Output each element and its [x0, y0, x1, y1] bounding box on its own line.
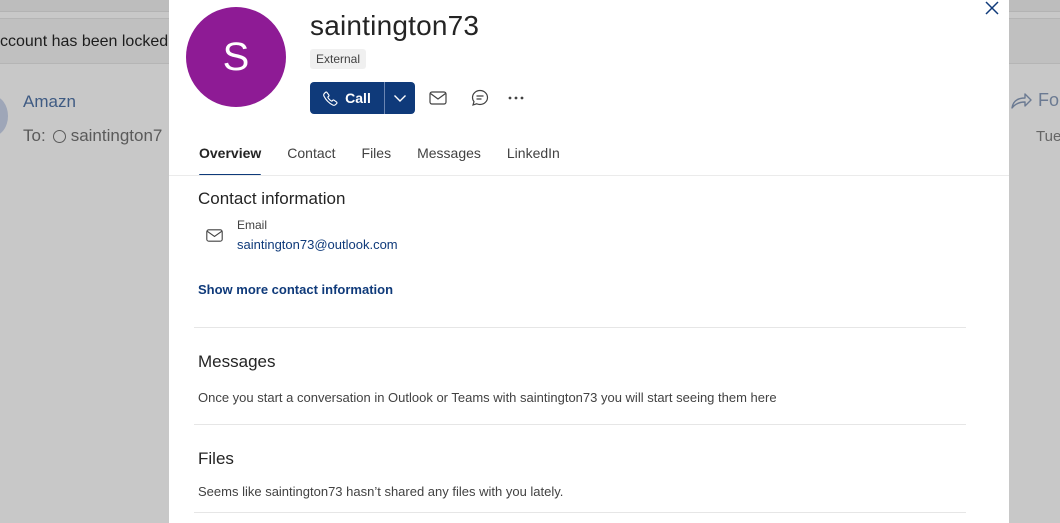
contact-card: S saintington73 External Call Overview C…	[169, 0, 1009, 523]
avatar: S	[186, 7, 286, 107]
phone-icon	[323, 90, 338, 106]
background-to-line: To: saintington7	[23, 126, 162, 146]
files-empty-text: Seems like saintington73 hasn’t shared a…	[198, 484, 564, 499]
call-label: Call	[345, 90, 371, 106]
contact-section-title: Contact information	[198, 189, 346, 208]
files-section-title: Files	[198, 449, 234, 468]
more-options-button[interactable]	[501, 82, 531, 114]
chat-button[interactable]	[465, 82, 495, 114]
contact-name: saintington73	[310, 10, 480, 41]
banner-text: ccount has been locked	[0, 33, 169, 50]
background-sender-name: Amazn	[23, 92, 76, 111]
messages-empty-text: Once you start a conversation in Outlook…	[198, 390, 777, 405]
tab-messages[interactable]: Messages	[417, 140, 481, 176]
section-divider	[194, 424, 966, 425]
email-label: Email	[237, 218, 268, 232]
tabs-divider	[169, 175, 1009, 176]
chevron-down-icon	[394, 95, 406, 102]
presence-icon	[52, 129, 66, 143]
call-button[interactable]: Call	[310, 82, 384, 114]
mail-icon	[429, 91, 447, 105]
forward-label: Fo	[1038, 90, 1060, 110]
tab-bar: Overview Contact Files Messages LinkedIn	[199, 140, 586, 176]
background-sender-avatar	[0, 96, 8, 136]
background-forward: Fo	[1010, 90, 1059, 111]
messages-section-title: Messages	[198, 352, 276, 371]
section-divider	[194, 512, 966, 513]
email-link[interactable]: saintington73@outlook.com	[237, 237, 398, 252]
background-date: Tue	[1036, 128, 1060, 145]
tab-contact[interactable]: Contact	[287, 140, 335, 176]
mail-icon	[206, 229, 223, 242]
close-button[interactable]	[981, 0, 1003, 16]
external-badge: External	[310, 49, 367, 69]
chat-icon	[471, 89, 489, 106]
to-recipient: saintington7	[70, 126, 163, 145]
forward-icon	[1011, 92, 1032, 109]
call-options-button[interactable]	[384, 82, 415, 114]
action-bar: Call	[310, 82, 531, 114]
section-divider	[194, 327, 966, 328]
tab-linkedin[interactable]: LinkedIn	[507, 140, 560, 176]
more-horizontal-icon	[508, 96, 524, 100]
show-more-contact-link[interactable]: Show more contact information	[198, 282, 393, 297]
tab-files[interactable]: Files	[362, 140, 392, 176]
tab-overview[interactable]: Overview	[199, 140, 262, 176]
close-icon	[985, 1, 999, 15]
email-button[interactable]	[423, 82, 453, 114]
to-label: To:	[23, 126, 46, 145]
avatar-initial: S	[222, 34, 250, 79]
